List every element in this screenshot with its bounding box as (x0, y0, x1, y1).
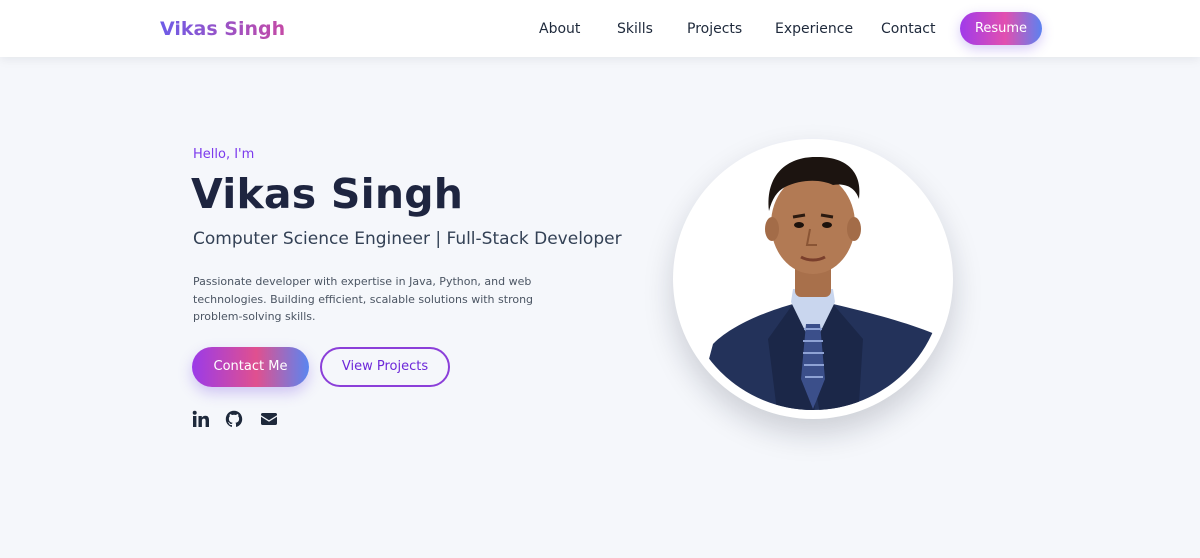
hero-name: Vikas Singh (191, 170, 464, 218)
nav-link-experience[interactable]: Experience (775, 19, 853, 39)
nav-link-projects[interactable]: Projects (687, 19, 742, 39)
contact-me-button[interactable]: Contact Me (192, 347, 309, 387)
navbar: Vikas Singh About Skills Projects Experi… (0, 0, 1200, 57)
profile-photo (673, 139, 953, 419)
email-icon[interactable] (260, 410, 278, 428)
github-icon[interactable] (225, 410, 243, 428)
linkedin-icon[interactable] (192, 410, 210, 428)
nav-link-contact[interactable]: Contact (881, 19, 935, 39)
nav-link-skills[interactable]: Skills (617, 19, 653, 39)
logo[interactable]: Vikas Singh (160, 17, 285, 41)
resume-button[interactable]: Resume (960, 12, 1042, 45)
hero-greeting: Hello, I'm (193, 147, 255, 162)
hero-description: Passionate developer with expertise in J… (193, 275, 534, 323)
nav-link-about[interactable]: About (539, 19, 580, 39)
hero-subtitle: Computer Science Engineer | Full-Stack D… (193, 229, 622, 249)
view-projects-button[interactable]: View Projects (320, 347, 450, 387)
